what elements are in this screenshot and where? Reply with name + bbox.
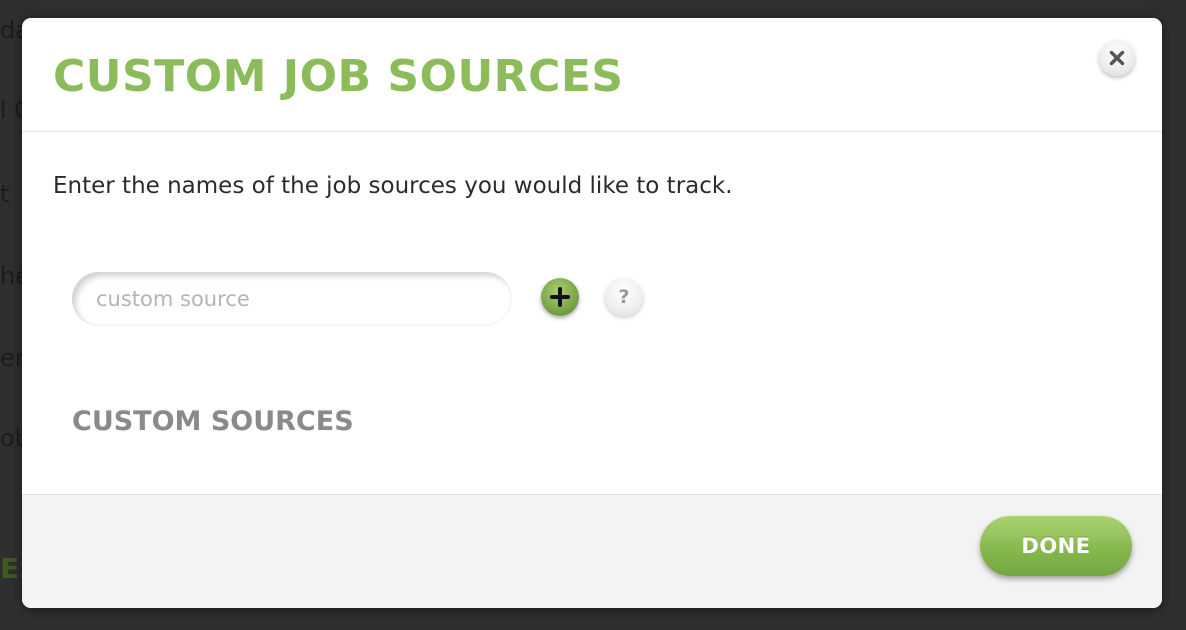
help-button[interactable]: ?	[605, 278, 643, 316]
instructions-text: Enter the names of the job sources you w…	[53, 173, 733, 199]
question-mark-icon: ?	[618, 286, 630, 308]
background-text: t	[0, 180, 10, 208]
custom-sources-list	[72, 448, 972, 488]
custom-source-input[interactable]	[72, 272, 512, 326]
plus-icon	[550, 287, 570, 307]
dialog-footer: DONE	[22, 494, 1162, 608]
close-button[interactable]	[1099, 40, 1135, 76]
custom-job-sources-dialog: CUSTOM JOB SOURCES Enter the names of th…	[22, 18, 1162, 608]
add-source-button[interactable]	[541, 278, 579, 316]
done-button[interactable]: DONE	[980, 516, 1132, 576]
close-icon	[1109, 50, 1125, 66]
dialog-header: CUSTOM JOB SOURCES	[22, 18, 1162, 132]
dialog-title: CUSTOM JOB SOURCES	[53, 51, 624, 102]
custom-sources-heading: CUSTOM SOURCES	[72, 406, 354, 437]
